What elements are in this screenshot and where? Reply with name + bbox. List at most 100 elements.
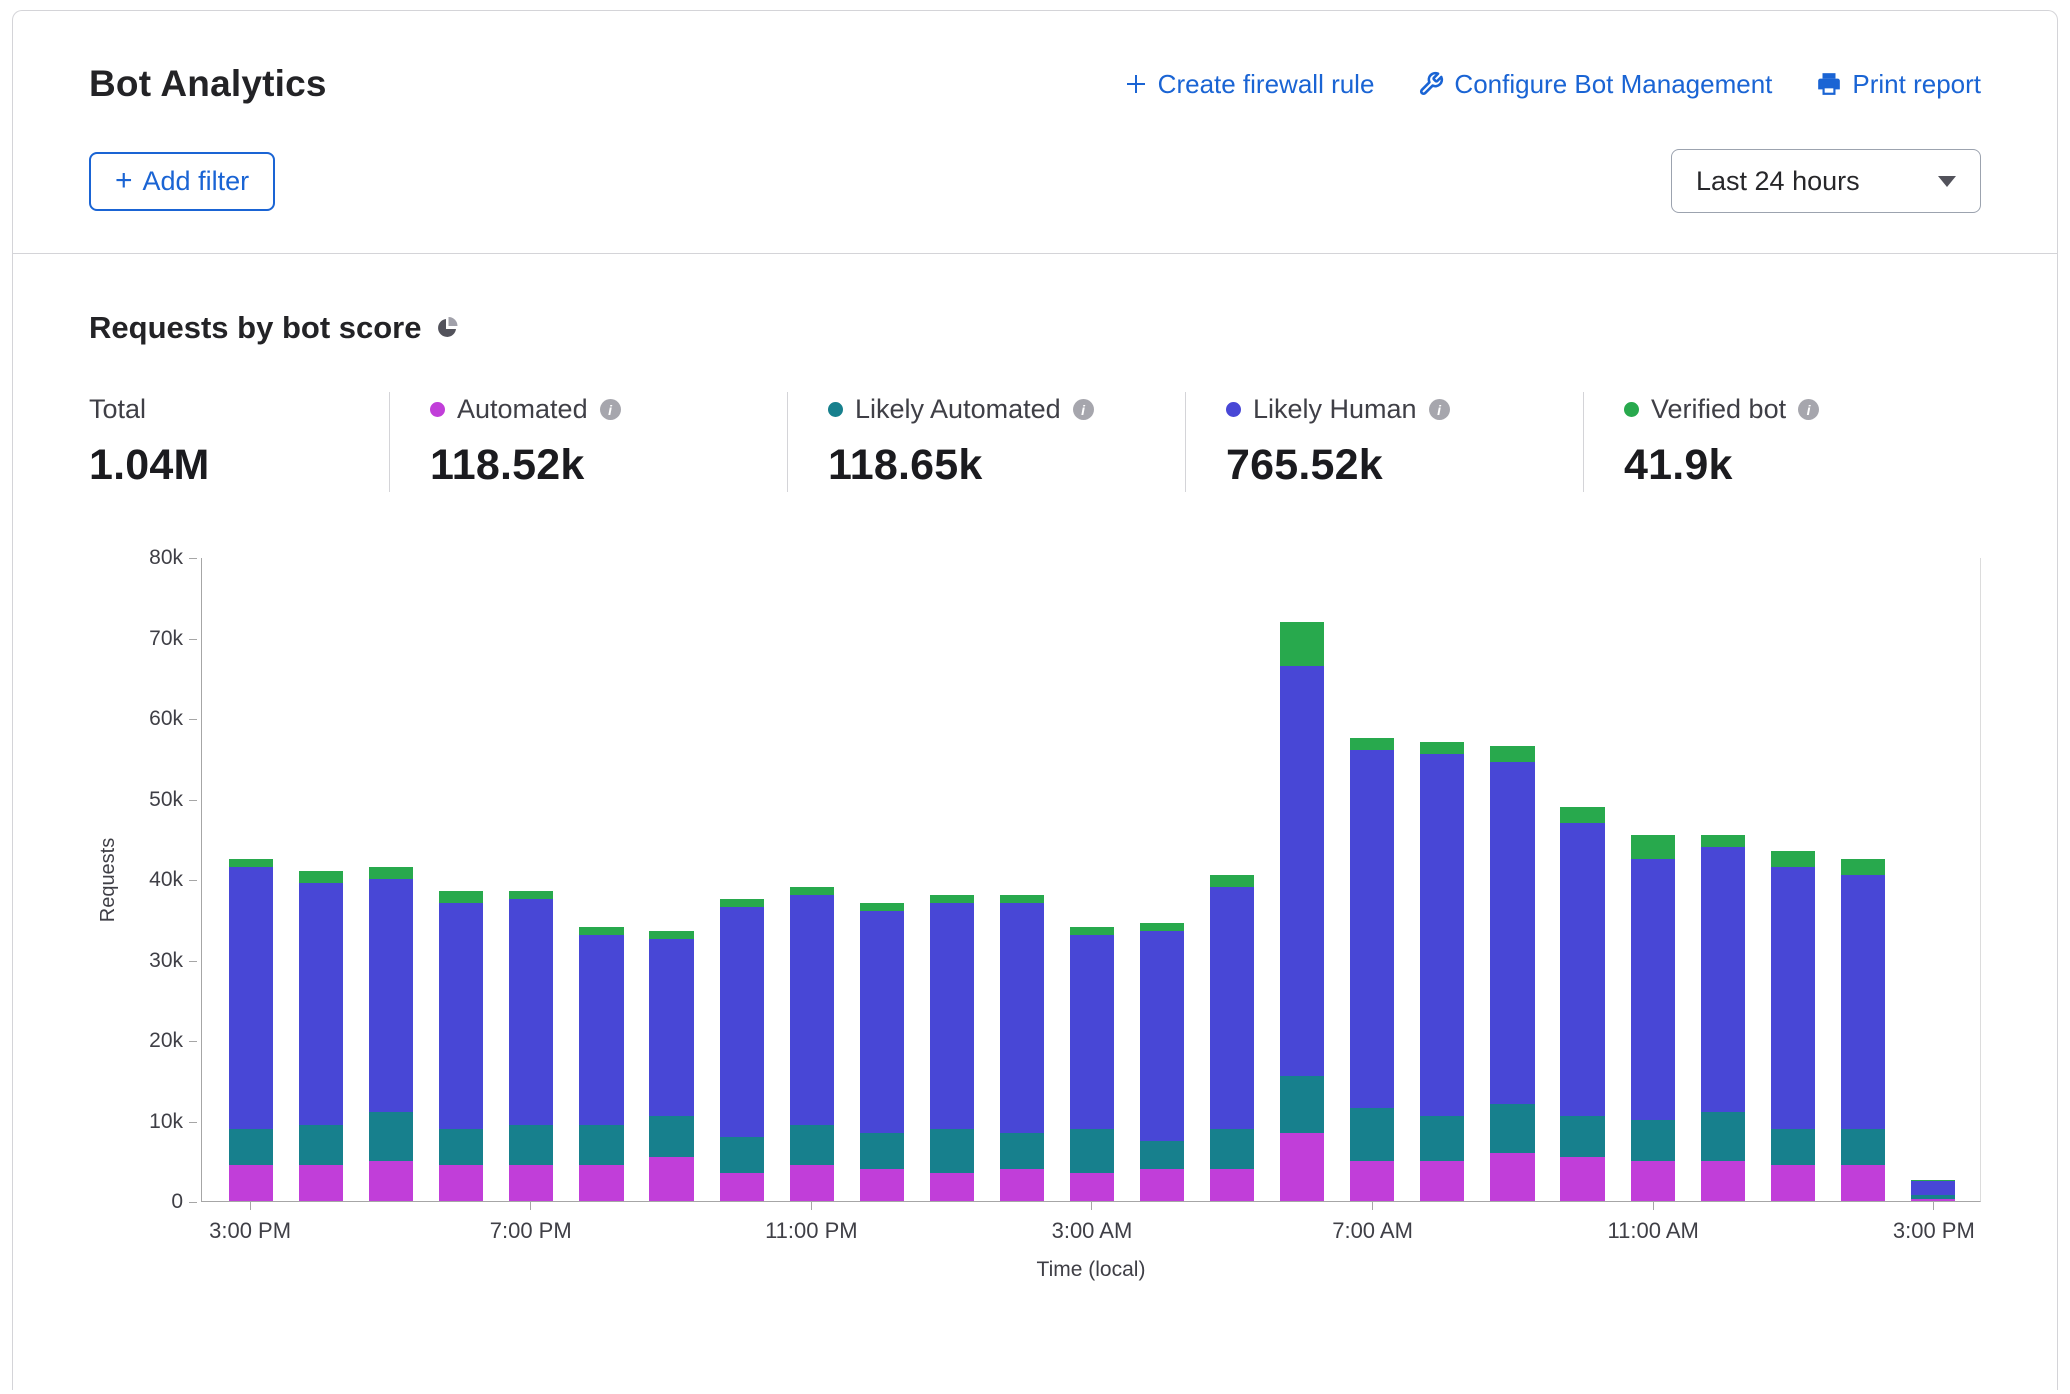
time-range-value: Last 24 hours <box>1696 166 1860 197</box>
wrench-icon <box>1418 71 1444 97</box>
configure-bot-management-link[interactable]: Configure Bot Management <box>1418 69 1772 100</box>
stacked-bar[interactable] <box>1701 835 1745 1201</box>
stacked-bar[interactable] <box>229 859 273 1201</box>
x-axis-tick-label: 3:00 AM <box>1052 1218 1133 1244</box>
bar-segment-likely-human <box>1070 935 1114 1128</box>
stacked-bar[interactable] <box>1000 895 1044 1201</box>
stat-automated[interactable]: Automated 118.52k <box>389 392 787 492</box>
bar-segment-automated <box>1070 1173 1114 1201</box>
bar-slot <box>566 927 636 1201</box>
x-slot: 11:00 AM <box>1618 1202 1688 1244</box>
stacked-bar[interactable] <box>1560 807 1604 1201</box>
x-slot <box>1267 1202 1337 1244</box>
bar-segment-automated <box>1140 1169 1184 1201</box>
stacked-bar[interactable] <box>790 887 834 1201</box>
bar-segment-likely-automated <box>369 1112 413 1160</box>
stacked-bar[interactable] <box>1140 923 1184 1201</box>
bar-segment-automated <box>509 1165 553 1201</box>
bar-segment-likely-automated <box>439 1129 483 1165</box>
bar-segment-automated <box>579 1165 623 1201</box>
bar-segment-likely-human <box>229 867 273 1129</box>
x-slot: 3:00 AM <box>1057 1202 1127 1244</box>
likely-human-legend-dot <box>1226 402 1241 417</box>
bar-slot <box>987 895 1057 1201</box>
plot-area <box>201 558 1981 1202</box>
bar-segment-likely-automated <box>1560 1116 1604 1156</box>
stacked-bar[interactable] <box>1210 875 1254 1201</box>
bar-segment-automated <box>1420 1161 1464 1201</box>
bar-segment-likely-automated <box>1771 1129 1815 1165</box>
bar-segment-automated <box>229 1165 273 1201</box>
stacked-bar[interactable] <box>860 903 904 1201</box>
add-filter-button[interactable]: + Add filter <box>89 152 275 211</box>
bar-slot <box>216 859 286 1201</box>
card-body: Requests by bot score Total 1.04M Automa… <box>13 254 2057 1292</box>
stat-total: Total 1.04M <box>89 392 389 492</box>
info-icon[interactable] <box>600 399 621 420</box>
stacked-bar[interactable] <box>1911 1180 1955 1201</box>
stat-verified-bot[interactable]: Verified bot 41.9k <box>1583 392 1981 492</box>
stacked-bar[interactable] <box>579 927 623 1201</box>
stacked-bar[interactable] <box>1280 622 1324 1201</box>
bar-segment-likely-human <box>1140 931 1184 1140</box>
stacked-bar[interactable] <box>1420 742 1464 1201</box>
stacked-bar[interactable] <box>1841 859 1885 1201</box>
y-axis-tick-label: 30k <box>149 949 183 973</box>
bar-segment-automated <box>1210 1169 1254 1201</box>
stacked-bar[interactable] <box>1490 746 1534 1201</box>
stacked-bar[interactable] <box>649 931 693 1201</box>
stacked-bar[interactable] <box>1631 835 1675 1201</box>
bar-slot <box>1898 1180 1968 1201</box>
info-icon[interactable] <box>1429 399 1450 420</box>
bar-slot <box>1758 851 1828 1201</box>
bar-segment-verified-bot <box>579 927 623 935</box>
bar-slot <box>496 891 566 1201</box>
create-firewall-rule-link[interactable]: Create firewall rule <box>1124 69 1375 100</box>
stacked-bar[interactable] <box>1350 738 1394 1201</box>
stat-likely-human[interactable]: Likely Human 765.52k <box>1185 392 1583 492</box>
x-slot <box>355 1202 425 1244</box>
time-range-select[interactable]: Last 24 hours <box>1671 149 1981 213</box>
x-slot <box>1758 1202 1828 1244</box>
x-tick-mark <box>530 1202 531 1210</box>
print-report-link[interactable]: Print report <box>1816 69 1981 100</box>
bar-slot <box>1688 835 1758 1201</box>
x-axis-title: Time (local) <box>201 1258 1981 1282</box>
bar-segment-likely-automated <box>649 1116 693 1156</box>
stacked-bar[interactable] <box>509 891 553 1201</box>
stat-likely-human-value: 765.52k <box>1226 441 1553 490</box>
card-header: Bot Analytics Create firewall rule Confi… <box>13 11 2057 254</box>
bar-segment-verified-bot <box>1000 895 1044 903</box>
info-icon[interactable] <box>1798 399 1819 420</box>
bar-segment-verified-bot <box>509 891 553 899</box>
info-icon[interactable] <box>1073 399 1094 420</box>
stat-automated-label: Automated <box>457 394 588 425</box>
bar-segment-likely-human <box>1771 867 1815 1129</box>
stacked-bar[interactable] <box>439 891 483 1201</box>
bar-segment-likely-human <box>509 899 553 1124</box>
bar-segment-likely-human <box>1560 823 1604 1117</box>
bar-segment-likely-automated <box>1210 1129 1254 1169</box>
stat-likely-automated[interactable]: Likely Automated 118.65k <box>787 392 1185 492</box>
bar-segment-likely-human <box>369 879 413 1112</box>
x-tick-mark <box>1933 1202 1934 1210</box>
stacked-bar[interactable] <box>1070 927 1114 1201</box>
bar-segment-verified-bot <box>1841 859 1885 875</box>
bar-segment-likely-human <box>439 903 483 1128</box>
bar-segment-automated <box>1490 1153 1534 1201</box>
bar-segment-likely-human <box>1000 903 1044 1132</box>
bar-segment-likely-automated <box>1350 1108 1394 1160</box>
bar-segment-likely-human <box>299 883 343 1125</box>
y-axis-title: Requests <box>97 838 120 923</box>
bar-slot <box>1337 738 1407 1201</box>
bar-segment-automated <box>1631 1161 1675 1201</box>
stacked-bar[interactable] <box>930 895 974 1201</box>
stacked-bar[interactable] <box>720 899 764 1201</box>
print-report-label: Print report <box>1852 69 1981 100</box>
bar-segment-likely-human <box>860 911 904 1132</box>
stacked-bar[interactable] <box>369 867 413 1201</box>
stacked-bar[interactable] <box>1771 851 1815 1201</box>
stacked-bar[interactable] <box>299 871 343 1201</box>
bar-segment-automated <box>1911 1199 1955 1201</box>
x-slot <box>987 1202 1057 1244</box>
